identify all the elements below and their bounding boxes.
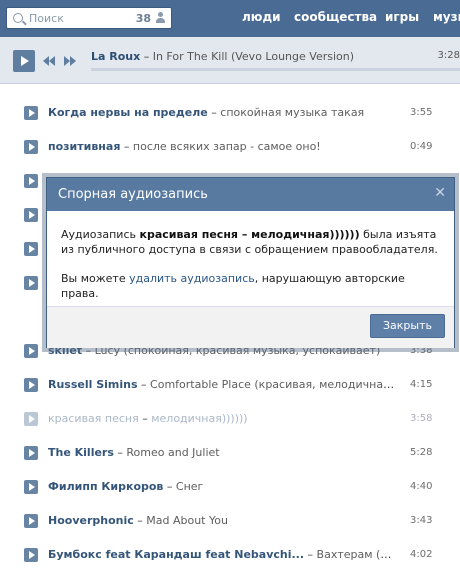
user-icon [156,12,165,23]
dialog-title: Спорная аудиозапись [58,187,208,202]
play-icon[interactable] [13,50,35,72]
hint-prefix: Вы можете [61,272,130,285]
nav-games[interactable]: игры [385,10,419,24]
close-button[interactable]: Закрыть [370,314,445,338]
disputed-audio-dialog: Спорная аудиозапись ✕ Аудиозапись красив… [46,177,455,348]
now-playing: La Roux – In For The Kill (Vevo Lounge V… [91,50,354,63]
top-bar: Поиск 38 люди сообщества игры музы [0,0,460,37]
nav-people[interactable]: люди [242,10,281,24]
previous-icon[interactable] [43,56,57,66]
search-placeholder: Поиск [29,12,64,25]
friends-count: 38 [135,12,151,25]
dialog-message: Аудиозапись красивая песня – мелодичная)… [61,227,441,257]
now-playing-time: 3:28 [437,50,460,61]
dialog-hint: Вы можете удалить аудиозапись, нарушающу… [61,271,441,301]
dialog-footer: Закрыть [47,306,454,348]
now-playing-separator: – [140,50,153,63]
message-prefix: Аудиозапись [61,228,140,241]
dialog-header: Спорная аудиозапись ✕ [47,178,454,211]
close-icon[interactable]: ✕ [434,185,446,201]
nav-communities[interactable]: сообщества [294,10,377,24]
dialog-body: Аудиозапись красивая песня – мелодичная)… [61,227,441,301]
now-playing-title: In For The Kill (Vevo Lounge Version) [152,50,355,63]
progress-bar[interactable] [91,68,460,71]
search-icon [13,13,23,23]
next-icon[interactable] [64,56,78,66]
now-playing-artist[interactable]: La Roux [91,50,140,63]
nav-music[interactable]: музы [433,10,460,24]
audio-player: La Roux – In For The Kill (Vevo Lounge V… [0,37,460,84]
search-input[interactable]: Поиск 38 [6,7,172,29]
audio-name: красивая песня – мелодичная)))))) [139,228,360,241]
delete-audio-link[interactable]: удалить аудиозапись [129,272,255,285]
